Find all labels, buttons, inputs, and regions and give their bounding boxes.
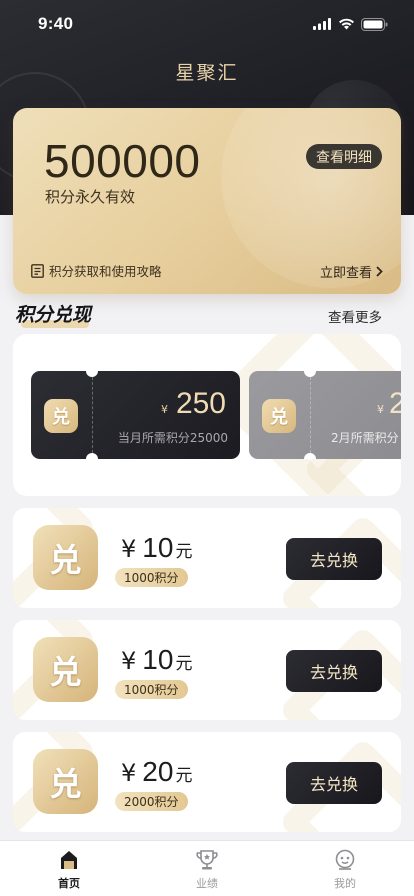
points-subtitle: 积分永久有效 xyxy=(45,188,136,206)
points-cost-badge: 2000积分 xyxy=(115,792,188,811)
price-unit: 元 xyxy=(175,654,193,674)
price-amount: 10 xyxy=(142,644,174,675)
signal-icon xyxy=(313,18,331,30)
home-icon xyxy=(61,851,77,869)
exchange-badge-icon: 兑 xyxy=(33,525,98,590)
status-icons xyxy=(313,17,388,31)
section-title: 积分兑现 xyxy=(15,304,92,326)
tab-home[interactable]: 首页 xyxy=(0,841,138,896)
price-unit: 元 xyxy=(175,542,193,562)
points-guide: 积分获取和使用攻略 xyxy=(31,261,162,280)
exchange-badge-icon: 兑 xyxy=(33,637,98,702)
tab-label: 我的 xyxy=(334,877,356,890)
redeem-button[interactable]: 去兑换 xyxy=(286,538,382,580)
view-now-link[interactable]: 立即查看 xyxy=(320,262,383,281)
status-time: 9:40 xyxy=(38,14,74,33)
price-currency: ¥ xyxy=(121,535,137,563)
points-card: 500000 积分永久有效 查看明细 积分获取和使用攻略 立即查看 xyxy=(13,108,401,294)
redeem-button[interactable]: 去兑换 xyxy=(286,762,382,804)
exchange-item-card: 兑 ¥ 10 元 1000积分 去兑换 xyxy=(13,508,401,608)
coupon-notch xyxy=(304,453,316,459)
app-title: 星聚汇 xyxy=(175,62,239,84)
tab-label: 首页 xyxy=(58,877,80,890)
exchange-item-card: 兑 ¥ 10 元 1000积分 去兑换 xyxy=(13,620,401,720)
view-details-button[interactable]: 查看明细 xyxy=(306,144,382,169)
coupon-amount: 2 xyxy=(389,387,401,420)
redeem-button[interactable]: 去兑换 xyxy=(286,650,382,692)
coupon-amount: 250 xyxy=(175,387,226,420)
exchange-price: ¥ 10 元 xyxy=(121,644,192,676)
price-amount: 20 xyxy=(142,756,174,787)
coupon-requirement: 当月所需积分25000 xyxy=(117,431,228,445)
coupon-divider xyxy=(310,377,311,453)
status-bar: 9:40 xyxy=(0,0,414,48)
price-amount: 10 xyxy=(142,532,174,563)
battery-icon xyxy=(361,17,388,31)
tab-mine[interactable]: 我的 xyxy=(276,841,414,896)
chevron-right-icon xyxy=(376,266,383,277)
wifi-icon xyxy=(339,18,354,30)
view-more-link[interactable]: 查看更多 xyxy=(328,306,382,326)
coupon-card[interactable]: 兑 ¥ 2 2月所需积分 xyxy=(249,371,401,459)
exchange-item-card: 兑 ¥ 20 元 2000积分 去兑换 xyxy=(13,732,401,832)
coupon-currency: ¥ xyxy=(161,403,168,416)
points-cost-badge: 1000积分 xyxy=(115,680,188,699)
tab-label: 业绩 xyxy=(196,877,218,890)
card-shine xyxy=(221,108,401,288)
points-value: 500000 xyxy=(44,135,201,187)
trophy-icon xyxy=(196,850,218,870)
coupon-card[interactable]: 兑 ¥ 250 当月所需积分25000 xyxy=(31,371,240,459)
section-header: 积分兑现 查看更多 xyxy=(15,300,399,330)
price-unit: 元 xyxy=(175,766,193,786)
exchange-badge-icon: 兑 xyxy=(33,749,98,814)
coupon-requirement: 2月所需积分 xyxy=(331,431,399,445)
exchange-badge-icon: 兑 xyxy=(262,399,296,433)
guide-text: 积分获取和使用攻略 xyxy=(49,264,162,279)
guide-book-icon xyxy=(31,263,44,278)
coupon-divider xyxy=(92,377,93,453)
view-now-label: 立即查看 xyxy=(319,266,372,281)
profile-icon xyxy=(335,849,355,870)
tab-performance[interactable]: 业绩 xyxy=(138,841,276,896)
points-cost-badge: 1000积分 xyxy=(115,568,188,587)
coupon-notch xyxy=(86,453,98,459)
coupon-currency: ¥ xyxy=(377,403,384,416)
coupon-carousel[interactable]: 兑 ¥ 250 当月所需积分25000 兑 ¥ 2 2月所需积分 xyxy=(13,334,401,496)
tab-bar: 首页 业绩 我的 xyxy=(0,840,414,896)
price-currency: ¥ xyxy=(121,647,137,675)
exchange-badge-icon: 兑 xyxy=(44,399,78,433)
price-currency: ¥ xyxy=(121,759,137,787)
exchange-price: ¥ 10 元 xyxy=(121,532,192,564)
exchange-price: ¥ 20 元 xyxy=(121,756,192,788)
